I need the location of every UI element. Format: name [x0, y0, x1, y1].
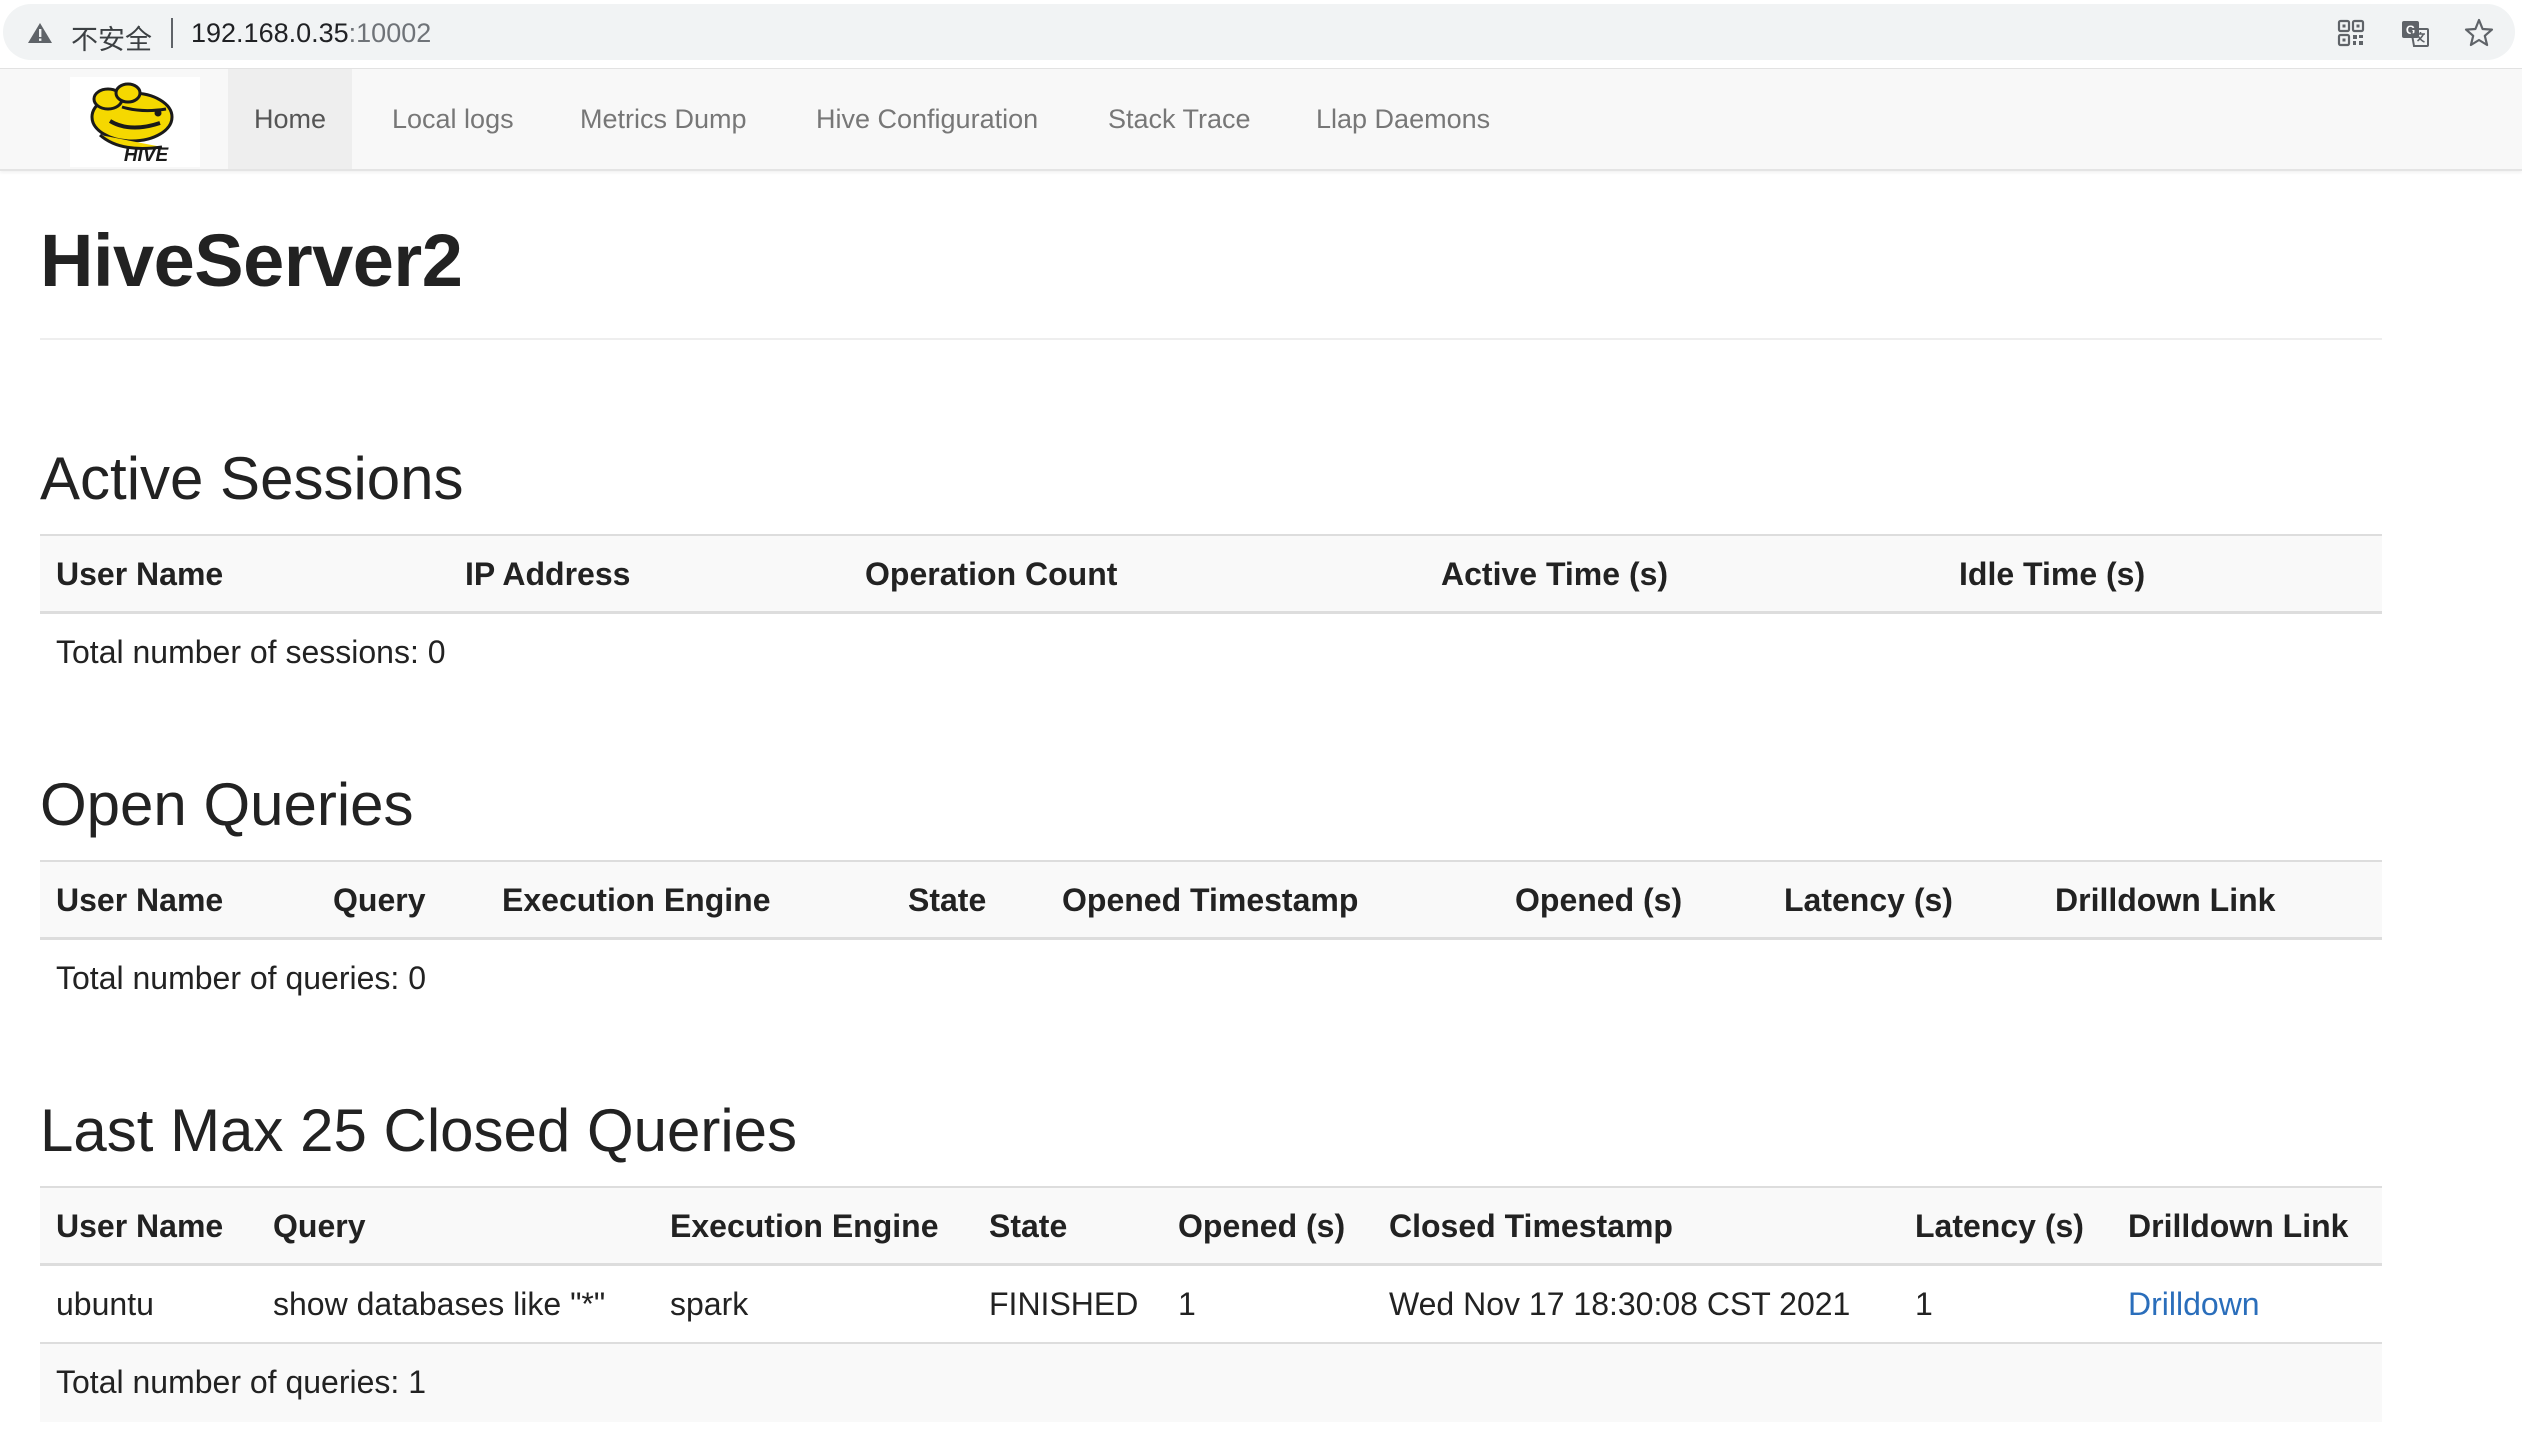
column-header: Drilldown Link [2055, 882, 2276, 918]
address-bar[interactable]: 不安全 192.168.0.35:10002 G [3, 4, 2515, 60]
closed-queries-total: Total number of queries: 1 [56, 1364, 426, 1400]
column-header: IP Address [465, 556, 631, 592]
column-header: Idle Time (s) [1959, 556, 2146, 592]
active-sessions-title: Active Sessions [40, 445, 464, 512]
logo-wordmark: HIVE [124, 145, 170, 166]
table-footer-row: Total number of queries: 0 [40, 940, 2382, 1018]
table-row: ubuntu show databases like "*" spark FIN… [40, 1266, 2382, 1344]
active-sessions-table: User Name IP Address Operation Count Act… [40, 534, 2382, 692]
nav-local-logs[interactable]: Local logs [392, 69, 514, 169]
nav-hive-configuration[interactable]: Hive Configuration [816, 69, 1038, 169]
user-name-cell: ubuntu [56, 1286, 154, 1322]
column-header: User Name [56, 556, 224, 592]
nav-stack-trace[interactable]: Stack Trace [1108, 69, 1251, 169]
column-header: Query [333, 882, 426, 918]
column-header: Operation Count [865, 556, 1118, 592]
table-header-row: User Name Query Execution Engine State O… [40, 862, 2382, 940]
closed-timestamp-cell: Wed Nov 17 18:30:08 CST 2021 [1389, 1286, 1851, 1322]
drilldown-link[interactable]: Drilldown [2128, 1266, 2260, 1342]
column-header: User Name [56, 882, 224, 918]
top-navbar: HIVE Home Local logs Metrics Dump Hive C… [0, 68, 2522, 171]
execution-engine-cell: spark [670, 1286, 749, 1322]
column-header: Active Time (s) [1441, 556, 1669, 592]
url-port: :10002 [348, 18, 432, 48]
nav-metrics-dump[interactable]: Metrics Dump [580, 69, 747, 169]
omnibox-divider [171, 18, 173, 48]
table-header-row: User Name IP Address Operation Count Act… [40, 536, 2382, 614]
column-header: User Name [56, 1208, 224, 1244]
column-header: Opened (s) [1515, 882, 1683, 918]
page-title: HiveServer2 [40, 219, 463, 302]
nav-llap-daemons[interactable]: Llap Daemons [1316, 69, 1490, 169]
opened-cell: 1 [1178, 1286, 1196, 1322]
hive-logo[interactable]: HIVE [70, 77, 200, 167]
bookmark-star-icon[interactable] [2463, 17, 2495, 49]
open-queries-table: User Name Query Execution Engine State O… [40, 860, 2382, 1018]
column-header: Execution Engine [502, 882, 771, 918]
column-header: Query [273, 1208, 366, 1244]
latency-cell: 1 [1915, 1286, 1933, 1322]
title-divider [40, 338, 2382, 340]
browser-toolbar: 不安全 192.168.0.35:10002 G [0, 0, 2522, 66]
column-header: State [908, 882, 987, 918]
table-header-row: User Name Query Execution Engine State O… [40, 1188, 2382, 1266]
closed-queries-title: Last Max 25 Closed Queries [40, 1097, 798, 1164]
column-header: Latency (s) [1784, 882, 1953, 918]
warning-icon[interactable] [27, 21, 53, 45]
column-header: Opened Timestamp [1062, 882, 1359, 918]
table-footer-row: Total number of queries: 1 [40, 1344, 2382, 1422]
state-cell: FINISHED [989, 1286, 1139, 1322]
url-host: 192.168.0.35 [191, 18, 349, 48]
column-header: State [989, 1208, 1068, 1244]
column-header: Drilldown Link [2128, 1208, 2349, 1244]
closed-queries-table: User Name Query Execution Engine State O… [40, 1186, 2382, 1422]
sessions-total: Total number of sessions: 0 [56, 634, 446, 670]
query-cell: show databases like "*" [273, 1286, 606, 1322]
column-header: Closed Timestamp [1389, 1208, 1673, 1244]
column-header: Opened (s) [1178, 1208, 1346, 1244]
column-header: Execution Engine [670, 1208, 939, 1244]
qr-code-icon[interactable] [2335, 17, 2367, 49]
nav-home[interactable]: Home [228, 69, 353, 169]
table-footer-row: Total number of sessions: 0 [40, 614, 2382, 692]
url-text[interactable]: 192.168.0.35:10002 [191, 18, 431, 49]
column-header: Latency (s) [1915, 1208, 2084, 1244]
open-queries-total: Total number of queries: 0 [56, 960, 426, 996]
open-queries-title: Open Queries [40, 771, 414, 838]
translate-icon[interactable]: G [2399, 17, 2431, 49]
security-label[interactable]: 不安全 [71, 18, 152, 57]
